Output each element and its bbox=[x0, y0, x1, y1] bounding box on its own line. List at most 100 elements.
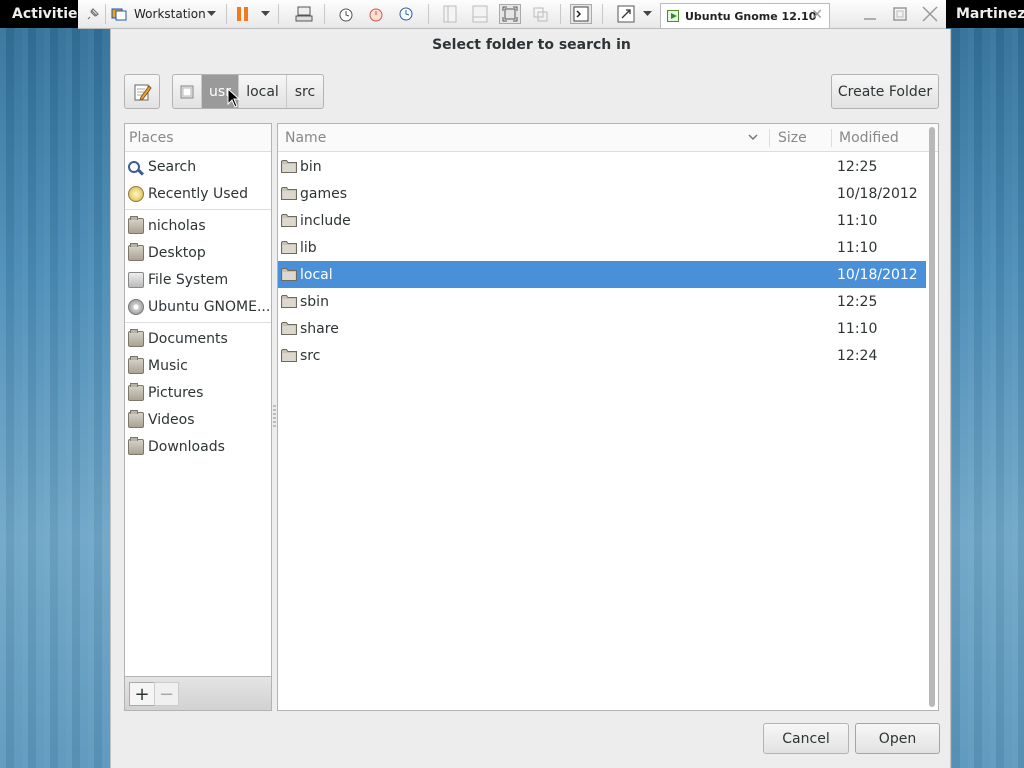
file-modified: 10/18/2012 bbox=[837, 266, 918, 283]
places-sidebar: Places Search Recently Used nicholas Des… bbox=[124, 123, 272, 711]
place-desktop[interactable]: Desktop bbox=[125, 239, 271, 266]
place-label: Documents bbox=[148, 330, 228, 347]
file-row[interactable]: local 10/18/2012 bbox=[278, 261, 926, 288]
place-label: Search bbox=[148, 158, 197, 175]
terminal-icon[interactable] bbox=[570, 4, 592, 24]
pause-icon[interactable] bbox=[234, 4, 252, 24]
path-src-button[interactable]: src bbox=[287, 75, 323, 108]
minimize-icon[interactable] bbox=[860, 4, 880, 24]
folder-icon bbox=[281, 295, 297, 308]
dialog-title: Select folder to search in bbox=[432, 37, 631, 53]
chevron-down-icon[interactable] bbox=[258, 4, 272, 24]
place-recently-used[interactable]: Recently Used bbox=[125, 180, 271, 207]
file-modified: 11:10 bbox=[837, 212, 878, 229]
place-ubuntu-gnome-disc[interactable]: Ubuntu GNOME... bbox=[125, 293, 271, 320]
folder-icon bbox=[128, 436, 144, 455]
cancel-button[interactable]: Cancel bbox=[763, 723, 849, 754]
edit-icon bbox=[134, 84, 152, 101]
place-pictures[interactable]: Pictures bbox=[125, 379, 271, 406]
vm-library-icon[interactable] bbox=[110, 4, 128, 24]
column-name-header[interactable]: Name bbox=[285, 124, 765, 152]
file-row[interactable]: share 11:10 bbox=[278, 315, 926, 342]
place-label: nicholas bbox=[148, 217, 206, 234]
file-row[interactable]: lib 11:10 bbox=[278, 234, 926, 261]
folder-icon bbox=[281, 322, 297, 335]
place-file-system[interactable]: File System bbox=[125, 266, 271, 293]
pin-icon[interactable] bbox=[84, 4, 102, 24]
search-icon bbox=[128, 160, 140, 173]
place-label: Desktop bbox=[148, 244, 206, 261]
drive-icon bbox=[128, 271, 144, 288]
window-close-icon[interactable] bbox=[920, 4, 940, 24]
file-modified: 11:10 bbox=[837, 320, 878, 337]
file-row[interactable]: sbin 12:25 bbox=[278, 288, 926, 315]
pane-resize-handle[interactable] bbox=[273, 405, 276, 429]
folder-icon bbox=[281, 241, 297, 254]
thumbnail-view-icon[interactable] bbox=[470, 4, 490, 24]
open-button[interactable]: Open bbox=[855, 723, 940, 754]
folder-icon bbox=[281, 160, 297, 173]
file-list-header: Name Size Modified bbox=[278, 124, 938, 152]
file-name: games bbox=[300, 185, 348, 202]
vm-toolbar: Workstation Ubuntu Gnome 12.10 ✕ bbox=[78, 0, 946, 29]
column-size-header[interactable]: Size bbox=[778, 124, 807, 152]
scrollbar[interactable] bbox=[929, 127, 935, 707]
file-modified: 12:25 bbox=[837, 158, 878, 175]
chevron-down-icon[interactable] bbox=[204, 4, 218, 24]
divider bbox=[125, 209, 271, 210]
path-local-button[interactable]: local bbox=[239, 75, 287, 108]
recent-icon bbox=[128, 185, 144, 202]
file-name: share bbox=[300, 320, 339, 337]
user-menu[interactable]: Martinez bbox=[948, 0, 1024, 28]
unity-icon[interactable] bbox=[530, 4, 550, 24]
place-search[interactable]: Search bbox=[125, 153, 271, 180]
folder-icon bbox=[128, 242, 144, 261]
stretch-icon[interactable] bbox=[616, 4, 636, 24]
place-music[interactable]: Music bbox=[125, 352, 271, 379]
activities-button[interactable]: Activities bbox=[0, 0, 86, 28]
send-ctrl-alt-del-icon[interactable] bbox=[294, 4, 314, 24]
console-view-icon[interactable] bbox=[440, 4, 460, 24]
file-modified: 11:10 bbox=[837, 239, 878, 256]
add-bookmark-button[interactable]: + bbox=[129, 682, 155, 706]
column-modified-header[interactable]: Modified bbox=[839, 124, 899, 152]
file-name: local bbox=[300, 266, 333, 283]
filesystem-icon bbox=[180, 85, 194, 98]
folder-icon bbox=[128, 409, 144, 428]
create-folder-button[interactable]: Create Folder bbox=[831, 74, 939, 109]
remove-bookmark-button[interactable]: − bbox=[154, 682, 179, 706]
chevron-down-icon[interactable] bbox=[640, 4, 654, 24]
path-root-button[interactable] bbox=[173, 75, 202, 108]
file-name: sbin bbox=[300, 293, 329, 310]
file-name: src bbox=[300, 347, 321, 364]
folder-chooser-dialog: Select folder to search in usr local src… bbox=[110, 29, 951, 768]
place-videos[interactable]: Videos bbox=[125, 406, 271, 433]
folder-icon bbox=[128, 328, 144, 347]
file-modified: 12:25 bbox=[837, 293, 878, 310]
close-icon[interactable]: ✕ bbox=[811, 7, 823, 23]
place-label: Pictures bbox=[148, 384, 204, 401]
type-location-button[interactable] bbox=[124, 74, 160, 109]
file-row[interactable]: games 10/18/2012 bbox=[278, 180, 926, 207]
file-name: lib bbox=[300, 239, 317, 256]
vm-tab-title: Ubuntu Gnome 12.10 bbox=[685, 9, 817, 23]
disc-icon bbox=[128, 298, 144, 315]
file-row[interactable]: include 11:10 bbox=[278, 207, 926, 234]
folder-icon bbox=[281, 214, 297, 227]
snapshot-icon[interactable] bbox=[336, 4, 356, 24]
folder-icon bbox=[128, 355, 144, 374]
file-row[interactable]: bin 12:25 bbox=[278, 153, 926, 180]
file-row[interactable]: src 12:24 bbox=[278, 342, 926, 369]
snapshot-manager-icon[interactable] bbox=[396, 4, 416, 24]
vm-tab[interactable]: Ubuntu Gnome 12.10 ✕ bbox=[660, 3, 830, 28]
home-folder-icon bbox=[128, 215, 144, 234]
place-home[interactable]: nicholas bbox=[125, 212, 271, 239]
vm-name-label[interactable]: Workstation bbox=[134, 4, 206, 24]
place-downloads[interactable]: Downloads bbox=[125, 433, 271, 460]
place-documents[interactable]: Documents bbox=[125, 325, 271, 352]
folder-icon bbox=[281, 268, 297, 281]
full-screen-icon[interactable] bbox=[499, 4, 521, 24]
place-label: Ubuntu GNOME... bbox=[148, 298, 271, 315]
revert-snapshot-icon[interactable] bbox=[366, 4, 386, 24]
maximize-icon[interactable] bbox=[890, 4, 910, 24]
